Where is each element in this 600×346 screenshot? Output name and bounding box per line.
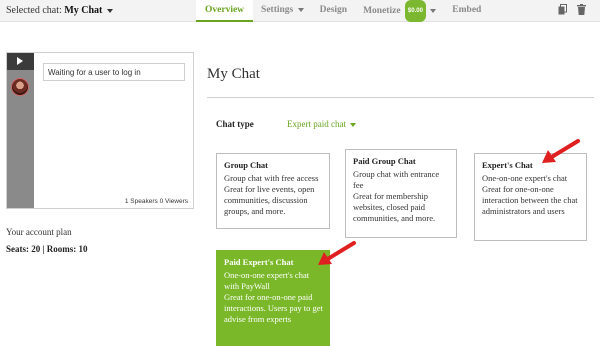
card-line: Great for one-on-one paid interactions. … xyxy=(224,292,323,324)
widget-sidebar xyxy=(7,53,34,208)
card-paid-group-chat[interactable]: Paid Group Chat Group chat with entrance… xyxy=(345,149,457,238)
tab-embed[interactable]: Embed xyxy=(444,0,489,22)
speakers-count: 1 Speakers xyxy=(124,198,158,205)
card-paid-experts-chat[interactable]: Paid Expert's Chat One-on-one expert's c… xyxy=(216,250,330,346)
divider xyxy=(207,97,594,98)
copy-icon[interactable] xyxy=(558,4,567,15)
tab-settings-label: Settings xyxy=(261,5,294,15)
tab-settings[interactable]: Settings xyxy=(253,0,312,22)
annotation-arrow-icon xyxy=(318,241,356,265)
chevron-down-icon xyxy=(106,8,113,13)
card-line: Group chat with entrance fee xyxy=(353,169,440,190)
card-title: Paid Group Chat xyxy=(353,156,416,166)
plan-separator: | xyxy=(42,244,45,254)
annotation-arrow-icon xyxy=(542,139,580,163)
seats-value: 20 xyxy=(31,244,41,254)
seats-label: Seats: xyxy=(6,244,29,254)
tab-design-label: Design xyxy=(319,5,348,15)
tab-monetize-label: Monetize xyxy=(363,6,401,17)
top-actions xyxy=(558,4,586,15)
rooms-label: Rooms: xyxy=(46,244,77,254)
tab-embed-label: Embed xyxy=(452,5,482,15)
rooms-value: 10 xyxy=(78,244,88,254)
card-title: Paid Expert's Chat xyxy=(224,257,294,267)
card-group-chat[interactable]: Group Chat Group chat with free access G… xyxy=(216,153,330,229)
main-nav: Overview Settings Design Monetize $0.00 … xyxy=(196,0,489,22)
user-avatar[interactable] xyxy=(11,78,29,96)
tab-overview[interactable]: Overview xyxy=(196,0,254,22)
chevron-down-icon xyxy=(430,9,437,13)
selected-chat-name: My Chat xyxy=(64,5,103,16)
selected-chat-dropdown[interactable]: Selected chat: My Chat xyxy=(6,5,113,16)
account-plan-values: Seats: 20 | Rooms: 10 xyxy=(6,244,87,254)
chat-status-field: Waiting for a user to log in xyxy=(43,63,185,81)
chevron-down-icon xyxy=(297,7,304,12)
viewers-count: 0 Viewers xyxy=(159,198,188,205)
trash-icon[interactable] xyxy=(577,4,586,15)
play-icon xyxy=(17,57,23,65)
widget-stats: 1 Speakers 0 Viewers xyxy=(125,198,188,205)
selected-chat-label: Selected chat: xyxy=(6,5,62,16)
card-line: Great for live events, open communities,… xyxy=(224,184,315,216)
top-bar: Selected chat: My Chat Overview Settings… xyxy=(0,0,600,22)
tab-design[interactable]: Design xyxy=(312,0,355,22)
card-experts-chat[interactable]: Expert's Chat One-on-one expert's chat G… xyxy=(474,153,587,241)
card-line: One-on-one expert's chat with PayWall xyxy=(224,270,310,291)
card-line: Group chat with free access xyxy=(224,173,319,183)
card-line: Great for membership websites, closed pa… xyxy=(353,191,436,223)
play-button[interactable] xyxy=(7,53,34,70)
tab-monetize[interactable]: Monetize $0.00 xyxy=(355,0,444,22)
monetize-balance-badge: $0.00 xyxy=(404,0,426,22)
chevron-down-icon xyxy=(350,122,357,127)
chat-type-dropdown[interactable]: Expert paid chat xyxy=(287,119,357,129)
card-line: One-on-one expert's chat xyxy=(482,173,568,183)
page-title: My Chat xyxy=(207,66,260,82)
card-title: Group Chat xyxy=(224,160,269,170)
tab-overview-label: Overview xyxy=(205,5,245,15)
account-plan-label: Your account plan xyxy=(6,227,72,237)
card-line: Great for one-on-one interaction between… xyxy=(482,184,578,216)
chat-widget-preview: Waiting for a user to log in 1 Speakers … xyxy=(6,52,194,209)
chat-type-value: Expert paid chat xyxy=(287,119,346,129)
chat-type-label: Chat type xyxy=(216,119,254,129)
